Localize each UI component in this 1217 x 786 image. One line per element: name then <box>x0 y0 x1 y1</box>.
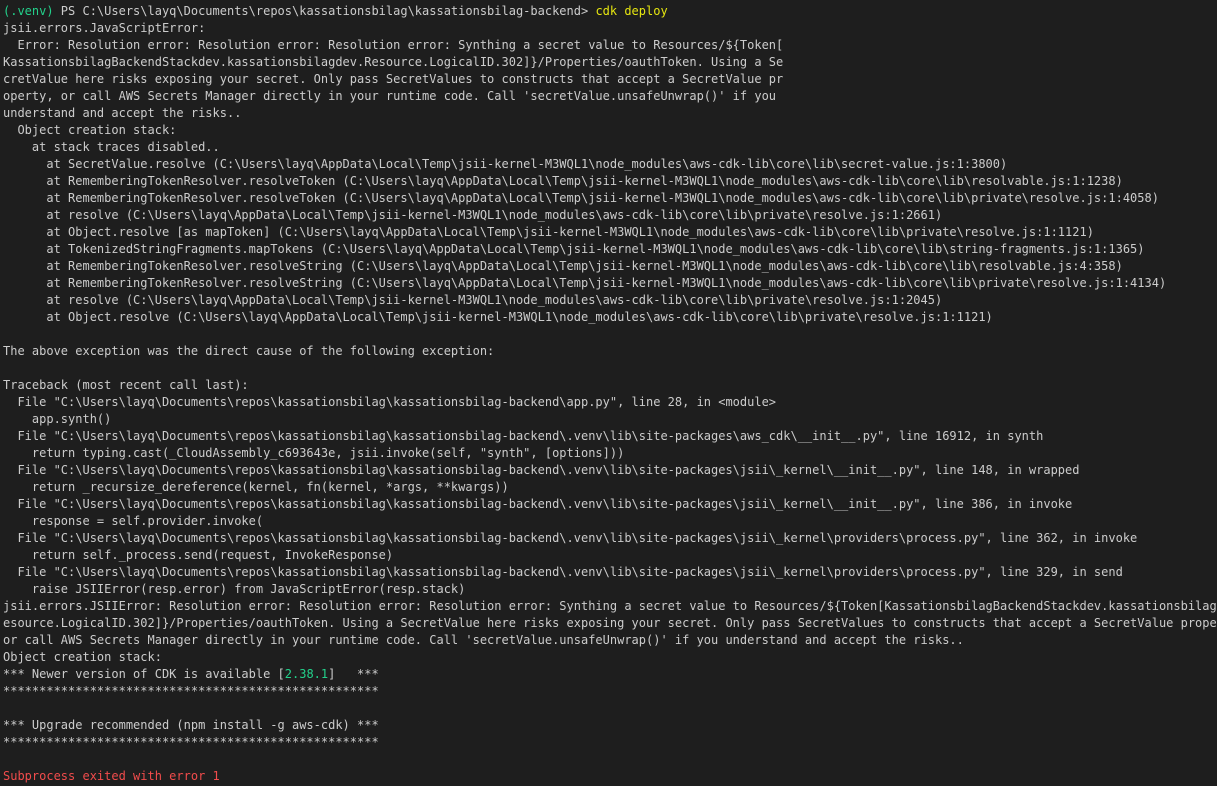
output-line: at Object.resolve (C:\Users\layq\AppData… <box>3 310 993 324</box>
output-line: at RememberingTokenResolver.resolveStrin… <box>3 259 1123 273</box>
output-line: Object creation stack: <box>3 123 177 137</box>
output-line: return self._process.send(request, Invok… <box>3 548 394 562</box>
terminal-output: jsii.errors.JavaScriptError: Error: Reso… <box>3 20 1217 785</box>
exit-error-message: Subprocess exited with error 1 <box>3 769 220 783</box>
output-line: understand and accept the risks.. <box>3 106 242 120</box>
output-line: at resolve (C:\Users\layq\AppData\Local\… <box>3 208 943 222</box>
venv-indicator: (.venv) <box>3 4 54 18</box>
output-line: at RememberingTokenResolver.resolveToken… <box>3 191 1159 205</box>
output-line: at TokenizedStringFragments.mapTokens (C… <box>3 242 1145 256</box>
output-line: at resolve (C:\Users\layq\AppData\Local\… <box>3 293 943 307</box>
output-line: KassationsbilagBackendStackdev.kassation… <box>3 55 784 69</box>
output-line: return _recursize_dereference(kernel, fn… <box>3 480 509 494</box>
output-line: app.synth() <box>3 412 112 426</box>
output-line: at RememberingTokenResolver.resolveStrin… <box>3 276 1167 290</box>
output-line: cretValue here risks exposing your secre… <box>3 72 784 86</box>
cdk-version-number: 2.38.1 <box>284 667 329 681</box>
output-line: File "C:\Users\layq\Documents\repos\kass… <box>3 463 1080 477</box>
output-line: Error: Resolution error: Resolution erro… <box>3 38 784 52</box>
output-line: or call AWS Secrets Manager directly in … <box>3 633 964 647</box>
output-line: File "C:\Users\layq\Documents\repos\kass… <box>3 429 1044 443</box>
output-line: at SecretValue.resolve (C:\Users\layq\Ap… <box>3 157 1008 171</box>
output-line: esource.LogicalID.302]}/Properties/oauth… <box>3 616 1217 630</box>
output-line: at RememberingTokenResolver.resolveToken… <box>3 174 1123 188</box>
version-notice-suffix: ] *** <box>328 667 379 681</box>
output-line: Traceback (most recent call last): <box>3 378 249 392</box>
prompt-path: PS C:\Users\layq\Documents\repos\kassati… <box>53 4 596 18</box>
output-line: File "C:\Users\layq\Documents\repos\kass… <box>3 531 1138 545</box>
output-line: at Object.resolve [as mapToken] (C:\User… <box>3 225 1094 239</box>
output-line: ****************************************… <box>3 735 379 749</box>
output-line: jsii.errors.JavaScriptError: <box>3 21 206 35</box>
output-line: at stack traces disabled.. <box>3 140 220 154</box>
output-line: File "C:\Users\layq\Documents\repos\kass… <box>3 395 777 409</box>
output-line: The above exception was the direct cause… <box>3 344 495 358</box>
output-line: *** Upgrade recommended (npm install -g … <box>3 718 379 732</box>
version-notice-prefix: *** Newer version of CDK is available [ <box>3 667 285 681</box>
output-line: Object creation stack: <box>3 650 162 664</box>
output-line: return typing.cast(_CloudAssembly_c69364… <box>3 446 625 460</box>
entered-command: cdk deploy <box>595 4 668 18</box>
output-line: File "C:\Users\layq\Documents\repos\kass… <box>3 565 1123 579</box>
terminal-window[interactable]: (.venv) PS C:\Users\layq\Documents\repos… <box>0 0 1217 786</box>
output-line: raise JSIIError(resp.error) from JavaScr… <box>3 582 466 596</box>
command-prompt-line: (.venv) PS C:\Users\layq\Documents\repos… <box>3 3 1217 20</box>
output-line: jsii.errors.JSIIError: Resolution error:… <box>3 599 1217 613</box>
output-line: response = self.provider.invoke( <box>3 514 264 528</box>
cdk-version-notice: *** Newer version of CDK is available [2… <box>3 666 1217 683</box>
output-line: operty, or call AWS Secrets Manager dire… <box>3 89 777 103</box>
output-line: File "C:\Users\layq\Documents\repos\kass… <box>3 497 1073 511</box>
output-line: ****************************************… <box>3 684 379 698</box>
